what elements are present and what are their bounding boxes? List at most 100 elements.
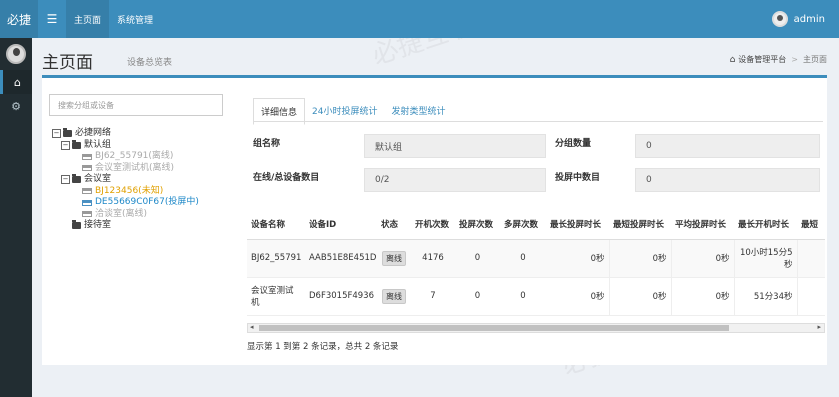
- content-header: 主页面 设备总览表 ⌂ 设备管理平台 > 主页面: [32, 38, 839, 74]
- tree-node-group[interactable]: − 默认组: [52, 140, 199, 152]
- cell-device-id: AAB51E8E451D: [305, 239, 377, 278]
- cell-device-id: D6F3015F4936: [305, 277, 377, 316]
- column-header[interactable]: 设备ID: [305, 209, 377, 240]
- main-box: 搜索分组或设备 − 必捷网络 − 默认组 BJ62_55791(离线) 会议室测…: [42, 75, 827, 365]
- breadcrumb-item-current: 主页面: [803, 55, 827, 64]
- table-row[interactable]: BJ62_55791 AAB51E8E451D 离线 4176 0 0 0秒 0…: [247, 239, 825, 278]
- tree-node-label: BJ62_55791(离线): [95, 151, 174, 161]
- group-count-value: 0: [635, 134, 820, 158]
- table-header-row: 设备名称 设备ID 状态 开机次数 投屏次数 多屏次数 最长投屏时长 最短投屏时…: [247, 209, 825, 240]
- cell-device-name: 会议室测试机: [247, 277, 305, 316]
- tree-node-label: 会议室测试机(离线): [95, 162, 175, 173]
- nav-system-management[interactable]: 系统管理: [109, 0, 161, 38]
- user-menu[interactable]: admin: [771, 11, 839, 27]
- folder-icon: [63, 128, 72, 138]
- sidebar: ⌂ ⚙: [0, 38, 32, 397]
- breadcrumb: ⌂ 设备管理平台 > 主页面: [730, 54, 827, 65]
- tree-node-label: BJ123456(未知): [95, 185, 164, 196]
- search-input[interactable]: 搜索分组或设备: [49, 94, 223, 116]
- cell-min-boot: [796, 239, 825, 278]
- cell-boot-count: 4176: [411, 239, 455, 278]
- tree-node-label: 必捷网络: [75, 128, 112, 138]
- tree-node-group[interactable]: − 会议室: [52, 174, 199, 186]
- screening-count-label: 投屏中数目: [555, 173, 601, 183]
- column-header[interactable]: 最短投屏时长: [609, 209, 671, 240]
- column-header[interactable]: 最短: [797, 209, 825, 240]
- tree-node-label: 接待室: [84, 220, 112, 230]
- horizontal-scrollbar[interactable]: ◂ ▸: [247, 323, 825, 333]
- menu-icon[interactable]: ☰: [38, 12, 66, 26]
- tree-node-label: DE55669C0F67(投屏中): [95, 197, 199, 207]
- breadcrumb-item-platform[interactable]: 设备管理平台: [738, 54, 786, 65]
- collapse-icon[interactable]: −: [61, 175, 70, 185]
- collapse-icon[interactable]: −: [61, 140, 70, 150]
- cell-min-screen: 0秒: [608, 239, 671, 278]
- screening-count-value: 0: [635, 168, 820, 192]
- cell-avg-screen: 0秒: [670, 277, 734, 316]
- scrollbar-thumb[interactable]: [259, 325, 729, 331]
- column-header[interactable]: 最长投屏时长: [546, 209, 609, 240]
- tree-node-device[interactable]: BJ62_55791(离线): [52, 151, 199, 163]
- nav-home[interactable]: 主页面: [66, 0, 110, 38]
- cell-screen-count: 0: [455, 277, 500, 316]
- scroll-left-icon[interactable]: ◂: [250, 323, 254, 331]
- sidebar-item-settings[interactable]: ⚙: [0, 94, 32, 118]
- top-header: 必捷 ☰ 主页面 系统管理 admin: [0, 0, 839, 38]
- cell-max-boot: 10小时15分5秒: [733, 239, 797, 278]
- cell-device-name: BJ62_55791: [247, 239, 305, 278]
- group-count-label: 分组数量: [555, 139, 592, 149]
- device-table-container: 设备名称 设备ID 状态 开机次数 投屏次数 多屏次数 最长投屏时长 最短投屏时…: [247, 209, 825, 323]
- tree-node-device[interactable]: 洽谈室(离线): [52, 209, 199, 221]
- online-count-value: 0/2: [364, 168, 546, 192]
- cell-screen-count: 0: [455, 239, 500, 278]
- column-header[interactable]: 状态: [377, 209, 411, 240]
- tree-node-device[interactable]: 会议室测试机(离线): [52, 163, 199, 175]
- page-title: 主页面: [42, 53, 93, 73]
- tree-node-label: 洽谈室(离线): [95, 208, 148, 219]
- folder-icon: [72, 139, 81, 149]
- tree-node-group[interactable]: 接待室: [52, 220, 199, 232]
- tree-node-root[interactable]: − 必捷网络: [52, 128, 199, 140]
- pagination-info: 显示第 1 到第 2 条记录，总共 2 条记录: [247, 342, 399, 352]
- tab-divider: [253, 121, 823, 122]
- status-badge: 离线: [382, 250, 406, 266]
- sidebar-avatar: [6, 44, 26, 64]
- device-icon: [82, 199, 92, 206]
- group-name-label: 组名称: [253, 139, 281, 149]
- folder-icon: [72, 174, 81, 184]
- home-icon: ⌂: [14, 75, 21, 89]
- page-subtitle: 设备总览表: [127, 58, 173, 68]
- column-header[interactable]: 设备名称: [247, 209, 305, 240]
- folder-icon: [72, 220, 81, 230]
- user-name: admin: [793, 13, 825, 25]
- cell-avg-screen: 0秒: [670, 239, 734, 278]
- group-tree: − 必捷网络 − 默认组 BJ62_55791(离线) 会议室测试机(离线) −…: [52, 128, 199, 232]
- logo[interactable]: 必捷: [0, 0, 38, 38]
- device-icon: [82, 188, 92, 195]
- gear-icon: ⚙: [11, 99, 21, 113]
- table-row[interactable]: 会议室测试机 D6F3015F4936 离线 7 0 0 0秒 0秒 0秒 51…: [247, 277, 825, 316]
- cell-min-screen: 0秒: [608, 277, 671, 316]
- cell-multi-count: 0: [500, 277, 546, 316]
- online-count-label: 在线/总设备数目: [253, 173, 320, 183]
- tree-node-device[interactable]: BJ123456(未知): [52, 186, 199, 198]
- device-icon: [82, 211, 92, 218]
- tree-node-device[interactable]: DE55669C0F67(投屏中): [52, 197, 199, 209]
- tree-node-label: 默认组: [84, 139, 112, 150]
- collapse-icon[interactable]: −: [52, 129, 61, 139]
- device-icon: [82, 165, 92, 172]
- column-header[interactable]: 最长开机时长: [734, 209, 797, 240]
- column-header[interactable]: 开机次数: [411, 209, 455, 240]
- column-header[interactable]: 投屏次数: [455, 209, 500, 240]
- home-icon: ⌂: [729, 54, 736, 65]
- tree-node-label: 会议室: [84, 174, 112, 184]
- cell-max-screen: 0秒: [546, 277, 609, 316]
- column-header[interactable]: 多屏次数: [500, 209, 546, 240]
- cell-max-boot: 51分34秒: [733, 277, 797, 316]
- scroll-right-icon[interactable]: ▸: [817, 323, 821, 331]
- status-badge: 离线: [382, 288, 406, 304]
- device-table: 设备名称 设备ID 状态 开机次数 投屏次数 多屏次数 最长投屏时长 最短投屏时…: [247, 209, 825, 316]
- sidebar-item-home[interactable]: ⌂: [0, 70, 32, 94]
- cell-boot-count: 7: [411, 277, 455, 316]
- column-header[interactable]: 平均投屏时长: [671, 209, 734, 240]
